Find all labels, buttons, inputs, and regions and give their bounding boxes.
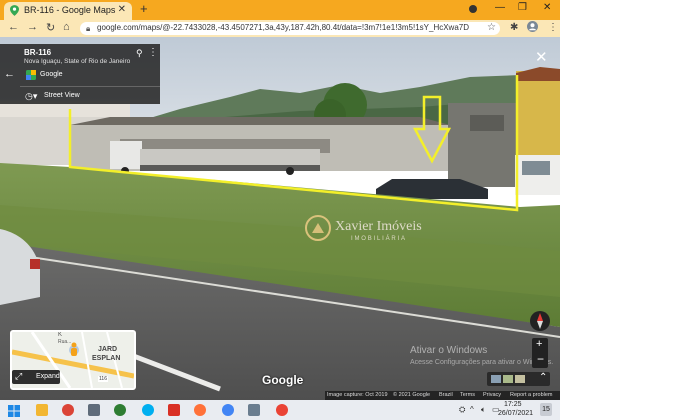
google-logo: Google [262, 373, 304, 387]
profile-icon[interactable] [527, 21, 538, 35]
minimap-label-k: K [58, 332, 63, 338]
more-options-icon[interactable]: ⋮ [148, 47, 158, 58]
minimize-icon[interactable]: — [495, 2, 505, 13]
expand-icon: ⤢ [15, 371, 23, 381]
google-maps-icon [26, 70, 36, 80]
close-street-view-icon[interactable]: ✕ [535, 48, 548, 66]
chevron-up-icon[interactable]: ⌃ [539, 372, 547, 383]
reload-icon[interactable]: ↻ [46, 21, 55, 34]
card-divider [20, 86, 160, 87]
thumbnail-1[interactable] [491, 375, 501, 383]
copyright-text: © 2021 Google [393, 392, 431, 398]
terms-link[interactable]: Terms [460, 392, 475, 398]
start-icon[interactable] [8, 404, 20, 417]
chrome-active-icon[interactable] [276, 404, 288, 416]
imagery-thumbnails-bar[interactable]: ⌃ [487, 372, 550, 386]
location-pin-icon[interactable]: ⚲ [136, 48, 143, 59]
forward-arrow-icon[interactable]: → [27, 21, 38, 33]
maps-pin-icon [10, 5, 19, 16]
compass-icon [537, 313, 543, 329]
place-title: BR-116 [24, 48, 52, 57]
clock-time[interactable]: 17:25 [504, 401, 522, 408]
thumbnail-2[interactable] [503, 375, 513, 383]
expand-label: Expand [36, 373, 60, 380]
watermark-subtitle: IMOBILIÁRIA [351, 236, 407, 242]
skype-icon[interactable] [142, 404, 154, 416]
back-to-map-icon[interactable]: ← [4, 68, 15, 80]
imagery-source: Google [40, 71, 63, 78]
privacy-link[interactable]: Privacy [483, 392, 501, 398]
firefox-icon[interactable] [194, 404, 206, 416]
star-icon[interactable]: ☆ [487, 22, 496, 33]
report-problem-link[interactable]: Report a problem [510, 392, 553, 398]
lock-icon[interactable]: 🔒︎ [86, 24, 90, 34]
pegman-icon [71, 342, 77, 356]
browser-toolbar: ← → ↻ ⌂ 🔒︎ google.com/maps/@-22.7433028,… [0, 20, 560, 37]
chrome-alt-icon[interactable] [222, 404, 234, 416]
new-tab-icon[interactable]: + [140, 1, 148, 16]
zoom-control[interactable]: + − [532, 338, 548, 368]
attribution-bar: Image capture: Oct 2019 © 2021 Google Br… [325, 391, 560, 400]
expand-map-button[interactable]: ⤢ Expand [12, 370, 60, 384]
minimap-label-road: 116 [98, 376, 108, 382]
media-app-icon[interactable] [168, 404, 180, 416]
xavier-imoveis-watermark: Xavier Imóveis IMOBILIÁRIA [305, 215, 422, 246]
tab-strip: BR-116 - Google Maps ✕ + — ❐ ✕ [0, 0, 560, 20]
view-type-label: Street View [44, 92, 80, 99]
back-arrow-icon[interactable]: ← [8, 21, 19, 33]
tab-title: BR-116 - Google Maps [24, 5, 116, 15]
screenshot-frame: BR-116 - Google Maps ✕ + — ❐ ✕ ← → ↻ ⌂ 🔒… [0, 0, 560, 420]
activation-notice-title: Ativar o Windows [410, 345, 488, 356]
place-subtitle: Nova Iguaçu, State of Rio de Janeiro [24, 58, 131, 65]
window-close-icon[interactable]: ✕ [543, 2, 551, 13]
notification-center-icon[interactable]: 15 [540, 403, 552, 416]
minimap-label-esplan: ESPLAN [92, 355, 121, 362]
xavier-logo-icon [305, 215, 331, 241]
volume-icon[interactable]: 🔈︎ [481, 405, 486, 415]
kebab-menu-icon[interactable]: ⋮ [548, 22, 558, 33]
extensions-icon[interactable]: ✱ [510, 22, 518, 33]
app-green-icon[interactable] [114, 404, 126, 416]
location-info-card: ← BR-116 Nova Iguaçu, State of Rio de Ja… [0, 44, 160, 104]
file-explorer-icon[interactable] [36, 404, 48, 416]
tab-close-icon[interactable]: ✕ [118, 4, 126, 15]
tray-chevron-icon[interactable]: ^ [470, 405, 474, 414]
calculator-icon[interactable] [88, 404, 100, 416]
chrome-taskbar-icon[interactable] [62, 404, 74, 416]
watermark-title: Xavier Imóveis [335, 219, 422, 234]
image-capture-date: Image capture: Oct 2019 [327, 392, 388, 398]
tray-people-icon[interactable]: ⛭ [459, 405, 465, 415]
country-link[interactable]: Brazil [439, 392, 453, 398]
photos-app-icon[interactable] [248, 404, 260, 416]
windows-taskbar: ⛭ ^ 🔈︎ ▭ 17:25 26/07/2021 15 [0, 400, 560, 420]
browser-tab[interactable]: BR-116 - Google Maps ✕ [4, 2, 132, 20]
home-icon[interactable]: ⌂ [63, 21, 70, 33]
clock-date[interactable]: 26/07/2021 [498, 410, 533, 417]
compass-control[interactable] [530, 311, 550, 331]
url-text[interactable]: google.com/maps/@-22.7433028,-43.4507271… [97, 23, 469, 32]
address-bar[interactable]: 🔒︎ google.com/maps/@-22.7433028,-43.4507… [80, 22, 500, 35]
zoom-out-icon[interactable]: − [537, 352, 544, 366]
thumbnail-3[interactable] [515, 375, 525, 383]
minimap-label-jard: JARD [98, 346, 118, 353]
history-clock-icon[interactable]: ◷▾ [25, 91, 37, 102]
record-indicator-icon[interactable] [469, 5, 477, 13]
restore-icon[interactable]: ❐ [518, 2, 527, 13]
zoom-in-icon[interactable]: + [536, 338, 542, 350]
